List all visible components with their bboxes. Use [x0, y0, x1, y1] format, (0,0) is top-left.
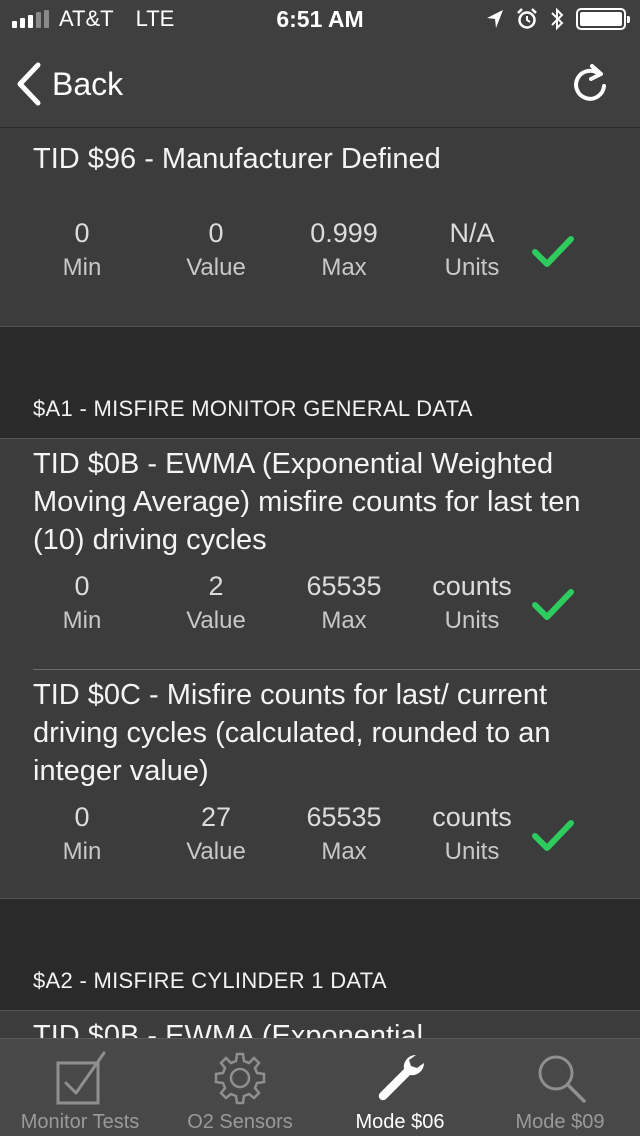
test-title: TID $96 - Manufacturer Defined — [33, 143, 441, 175]
max-column: 65535 Max — [279, 569, 409, 637]
section-header: $A1 - MISFIRE MONITOR GENERAL DATA — [33, 396, 473, 421]
test-results-list[interactable]: TID $96 - Manufacturer Defined 0 Min 0 V… — [0, 128, 640, 1038]
units-value: N/A — [449, 218, 495, 248]
test-values: 0 Min 27 Value 65535 Max counts Units — [33, 800, 640, 892]
chevron-left-icon — [17, 62, 41, 106]
units-label: Units — [444, 838, 500, 865]
min-label: Min — [62, 254, 102, 281]
value-label: Value — [186, 254, 246, 281]
refresh-icon[interactable] — [570, 62, 610, 106]
units-label: Units — [444, 607, 500, 634]
units-column: N/A Units — [407, 216, 537, 284]
units-value: counts — [432, 802, 512, 832]
max-label: Max — [321, 607, 367, 634]
min-label: Min — [62, 607, 102, 634]
tab-label: Mode $09 — [515, 1111, 605, 1133]
value-value: 2 — [208, 571, 224, 601]
max-value: 65535 — [306, 571, 382, 601]
value-value: 0 — [208, 218, 224, 248]
bluetooth-icon — [551, 7, 564, 31]
min-value: 0 — [74, 218, 90, 248]
max-label: Max — [321, 838, 367, 865]
value-column: 0 Value — [151, 216, 281, 284]
tab-mode-06[interactable]: Mode $06 — [320, 1039, 480, 1136]
pass-checkmark-icon — [532, 236, 574, 267]
tab-o2-sensors[interactable]: O2 Sensors — [160, 1039, 320, 1136]
status-right — [486, 7, 630, 31]
min-value: 0 — [74, 571, 90, 601]
test-item: TID $0B - EWMA (Exponential Weighted Mov… — [0, 439, 640, 661]
test-title: TID $0B - EWMA (Exponential — [33, 1020, 424, 1038]
tab-label: Mode $06 — [355, 1111, 445, 1133]
min-column: 0 Min — [17, 216, 147, 284]
value-value: 27 — [200, 802, 232, 832]
min-column: 0 Min — [17, 800, 147, 868]
status-bar: AT&T LTE 6:51 AM — [0, 0, 640, 40]
test-card: TID $96 - Manufacturer Defined 0 Min 0 V… — [0, 128, 640, 326]
test-card: TID $0B - EWMA (Exponential Weighted Mov… — [0, 438, 640, 898]
checkbox-icon — [56, 1051, 106, 1105]
back-label: Back — [52, 65, 124, 102]
navigation-bar: Back — [0, 40, 640, 128]
test-item: TID $0B - EWMA (Exponential — [0, 1011, 640, 1038]
max-label: Max — [321, 254, 367, 281]
units-label: Units — [444, 254, 500, 281]
pass-checkmark-icon — [532, 589, 574, 620]
value-column: 27 Value — [151, 800, 281, 868]
section-header: $A2 - MISFIRE CYLINDER 1 DATA — [33, 968, 387, 993]
units-value: counts — [432, 571, 512, 601]
max-column: 0.999 Max — [279, 216, 409, 284]
max-column: 65535 Max — [279, 800, 409, 868]
tab-label: O2 Sensors — [187, 1111, 293, 1133]
test-title: TID $0B - EWMA (Exponential Weighted Mov… — [33, 448, 581, 556]
min-column: 0 Min — [17, 569, 147, 637]
tab-mode-09[interactable]: Mode $09 — [480, 1039, 640, 1136]
magnifier-icon — [538, 1055, 586, 1103]
tab-bar: Monitor Tests O2 Sensors Mode $06 Mode $… — [0, 1038, 640, 1136]
max-value: 0.999 — [310, 218, 378, 248]
back-button[interactable]: Back — [16, 62, 123, 106]
value-label: Value — [186, 607, 246, 634]
gear-icon — [214, 1052, 266, 1105]
tab-monitor-tests[interactable]: Monitor Tests — [0, 1039, 160, 1136]
min-value: 0 — [74, 802, 90, 832]
tab-label: Monitor Tests — [20, 1111, 140, 1133]
test-card: TID $0B - EWMA (Exponential — [0, 1010, 640, 1038]
max-value: 65535 — [306, 802, 382, 832]
section-header-row: $A2 - MISFIRE CYLINDER 1 DATA — [0, 898, 640, 1010]
pass-checkmark-icon — [532, 820, 574, 851]
units-column: counts Units — [407, 569, 537, 637]
test-title: TID $0C - Misfire counts for last/ curre… — [33, 679, 551, 787]
section-header-row: $A1 - MISFIRE MONITOR GENERAL DATA — [0, 326, 640, 438]
wrench-icon — [378, 1054, 425, 1101]
test-values: 0 Min 2 Value 65535 Max counts Units — [33, 569, 640, 661]
test-item: TID $0C - Misfire counts for last/ curre… — [0, 670, 640, 892]
value-column: 2 Value — [151, 569, 281, 637]
test-item: TID $96 - Manufacturer Defined 0 Min 0 V… — [0, 128, 640, 308]
units-column: counts Units — [407, 800, 537, 868]
alarm-clock-icon — [517, 8, 537, 29]
test-values: 0 Min 0 Value 0.999 Max N/A Units — [33, 216, 640, 308]
location-arrow-icon — [487, 10, 503, 28]
min-label: Min — [62, 838, 102, 865]
battery-icon — [576, 8, 630, 30]
value-label: Value — [186, 838, 246, 865]
